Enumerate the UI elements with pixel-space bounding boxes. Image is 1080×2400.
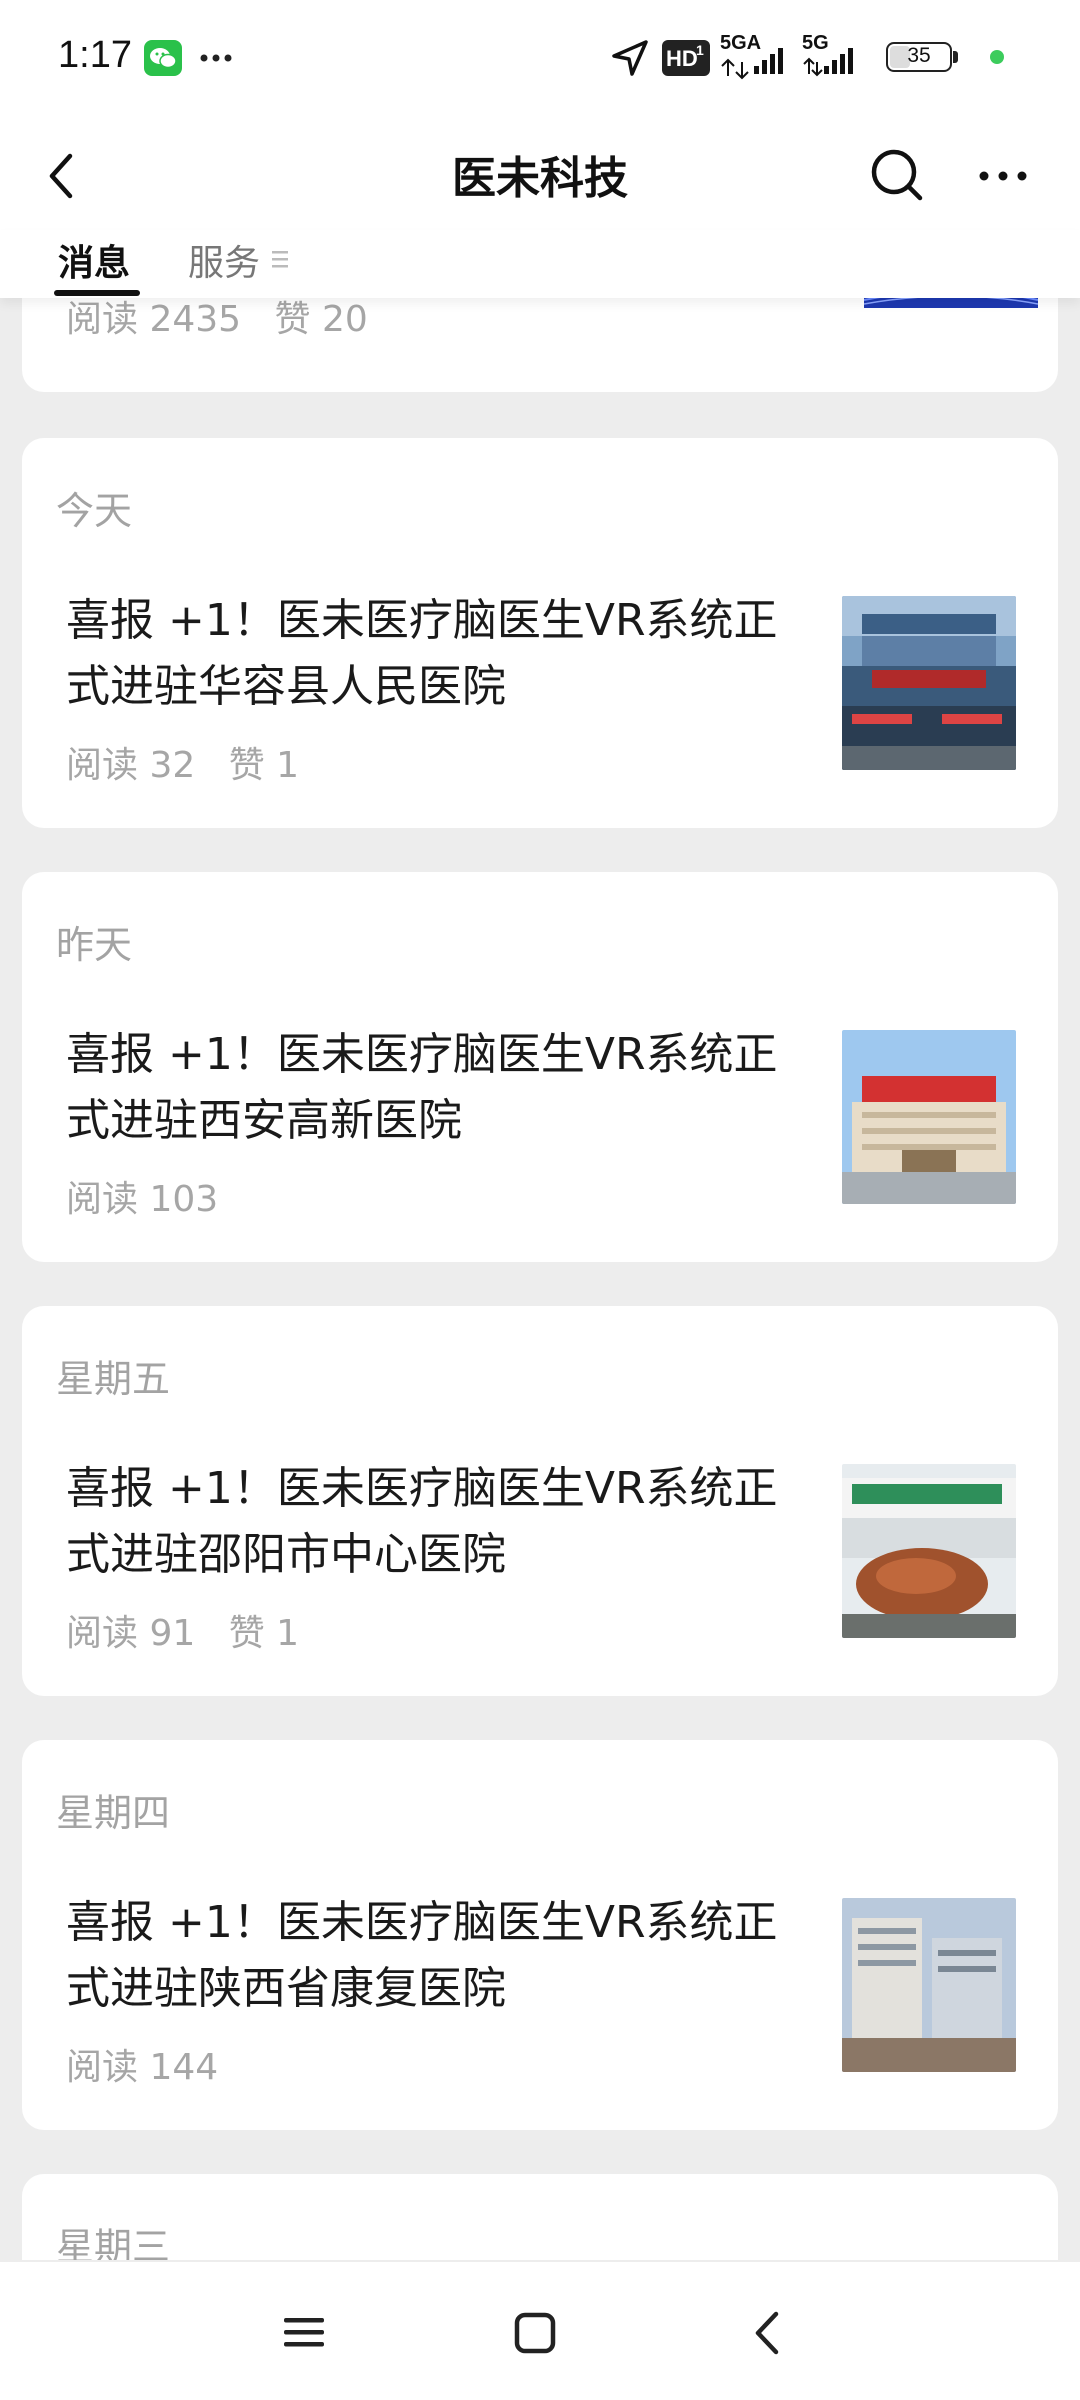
hd-sub: 1 <box>696 42 704 58</box>
tab-active-indicator <box>54 290 140 296</box>
battery-icon: 35 <box>886 42 962 74</box>
article-stats: 阅读 144 <box>66 2038 240 2090</box>
article-item[interactable]: 喜报 +1！医未医疗脑医生VR系统正式进驻邵阳市中心医院 阅读 91 赞 1 <box>66 1456 1032 1654</box>
recent-apps-button[interactable] <box>270 2298 340 2368</box>
account-tabs: 消息 服务 <box>0 230 1080 298</box>
back-arrow-icon <box>49 153 73 199</box>
search-button[interactable] <box>862 140 932 210</box>
read-count: 阅读 103 <box>66 1179 219 1220</box>
article-title[interactable]: 喜报 +1！医未医疗脑医生VR系统正式进驻西安高新医院 <box>66 1022 806 1154</box>
home-square-icon <box>514 2312 556 2354</box>
system-nav-bar <box>0 2262 1080 2400</box>
article-thumbnail[interactable] <box>842 1898 1016 2072</box>
status-time: 1:17 <box>58 34 132 76</box>
search-icon <box>871 149 923 201</box>
read-count: 阅读 32 <box>66 745 196 786</box>
read-count: 阅读 2435 <box>66 299 242 340</box>
wechat-icon <box>144 40 182 76</box>
system-back-button[interactable] <box>734 2298 804 2368</box>
card-date: 昨天 <box>56 923 133 967</box>
article-title[interactable]: 喜报 +1！医未医疗脑医生VR系统正式进驻邵阳市中心医院 <box>66 1456 806 1588</box>
home-button[interactable] <box>500 2298 570 2368</box>
article-stats: 阅读 103 <box>66 1170 240 1222</box>
card-date: 今天 <box>56 489 133 533</box>
like-count: 赞 1 <box>228 1613 300 1654</box>
menu-icon <box>284 2318 324 2347</box>
title-bar: 医未科技 <box>0 120 1080 235</box>
article-card[interactable]: 星期三 <box>22 2174 1058 2260</box>
back-button[interactable] <box>30 140 100 210</box>
hd-label: HD <box>666 46 698 71</box>
tab-services[interactable]: 服务 <box>188 234 260 286</box>
article-title[interactable]: 喜报 +1！医未医疗脑医生VR系统正式进驻华容县人民医院 <box>66 588 806 720</box>
card-date: 星期五 <box>56 1357 171 1401</box>
article-thumbnail[interactable] <box>842 1464 1016 1638</box>
tab-messages[interactable]: 消息 <box>58 234 130 286</box>
status-dot <box>990 50 1004 64</box>
more-button[interactable] <box>968 140 1038 210</box>
battery-level: 35 <box>907 44 931 67</box>
article-title[interactable]: 喜报 +1！医未医疗脑医生VR系统正式进驻陕西省康复医院 <box>66 1890 806 2022</box>
signal-5g-icon: 5G <box>802 32 862 82</box>
article-card[interactable]: 星期四 喜报 +1！医未医疗脑医生VR系统正式进驻陕西省康复医院 阅读 144 <box>22 1740 1058 2130</box>
like-count: 赞 20 <box>274 299 368 340</box>
card-date: 星期四 <box>56 1791 171 1835</box>
like-count: 赞 1 <box>228 745 300 786</box>
more-dots-icon <box>196 40 236 76</box>
more-dots-icon <box>979 171 1027 181</box>
hd-icon: HD 1 <box>662 40 710 76</box>
article-feed[interactable]: 阅读 2435 赞 20 今天 喜报 +1！医未医疗脑医生VR系统正式进驻华容县… <box>0 0 1080 2260</box>
back-chevron-icon <box>755 2311 779 2355</box>
status-bar: 1:17 HD 1 5GA 5G 35 <box>0 0 1080 120</box>
screen: 阅读 2435 赞 20 今天 喜报 +1！医未医疗脑医生VR系统正式进驻华容县… <box>0 0 1080 2400</box>
signal-5g-icon: 5GA <box>720 32 792 82</box>
card-date: 星期三 <box>56 2225 171 2260</box>
location-arrow-icon <box>610 38 650 82</box>
article-thumbnail[interactable] <box>842 596 1016 770</box>
article-thumbnail[interactable] <box>842 1030 1016 1204</box>
article-stats: 阅读 32 赞 1 <box>66 736 321 788</box>
article-stats: 阅读 91 赞 1 <box>66 1604 321 1656</box>
article-item[interactable]: 喜报 +1！医未医疗脑医生VR系统正式进驻华容县人民医院 阅读 32 赞 1 <box>66 588 1032 786</box>
read-count: 阅读 144 <box>66 2047 219 2088</box>
read-count: 阅读 91 <box>66 1613 196 1654</box>
menu-lines-icon[interactable] <box>272 248 290 274</box>
article-card[interactable]: 昨天 喜报 +1！医未医疗脑医生VR系统正式进驻西安高新医院 阅读 103 <box>22 872 1058 1262</box>
article-item[interactable]: 喜报 +1！医未医疗脑医生VR系统正式进驻西安高新医院 阅读 103 <box>66 1022 1032 1220</box>
article-item[interactable]: 喜报 +1！医未医疗脑医生VR系统正式进驻陕西省康复医院 阅读 144 <box>66 1890 1032 2088</box>
article-card[interactable]: 星期五 喜报 +1！医未医疗脑医生VR系统正式进驻邵阳市中心医院 阅读 91 赞… <box>22 1306 1058 1696</box>
status-indicators: HD 1 5GA 5G 35 <box>610 32 1040 84</box>
article-card[interactable]: 今天 喜报 +1！医未医疗脑医生VR系统正式进驻华容县人民医院 阅读 32 赞 … <box>22 438 1058 828</box>
